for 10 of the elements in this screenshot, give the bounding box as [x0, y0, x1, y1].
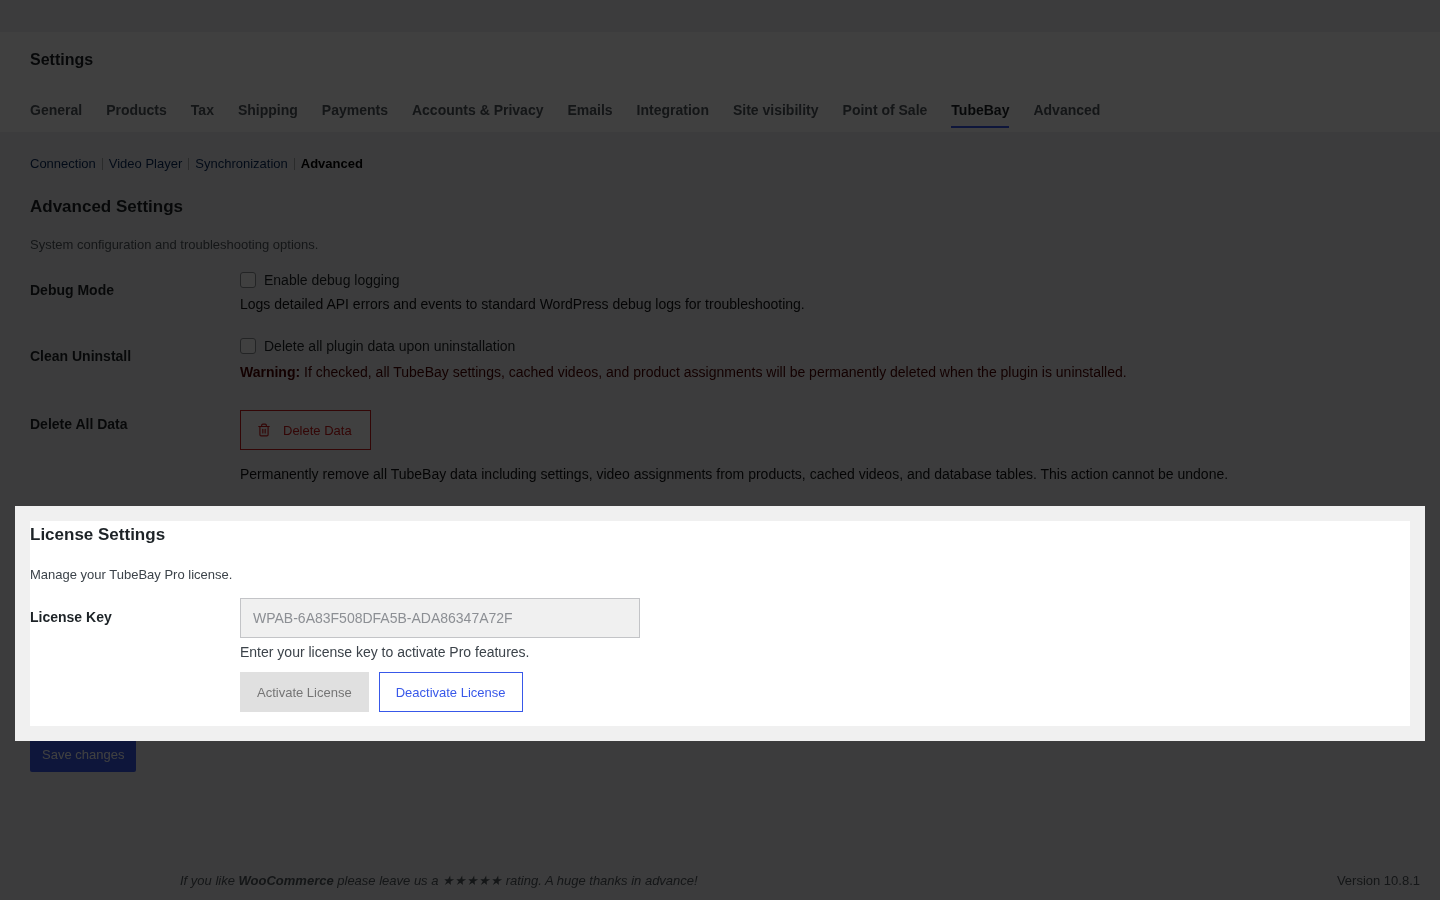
section-description: Manage your TubeBay Pro license.	[30, 567, 234, 582]
help-text: Enter your license key to activate Pro features.	[240, 644, 531, 660]
help-text: Logs detailed API errors and events to standard WordPress debug logs for troubleshooting.	[240, 296, 805, 312]
license-button[interactable]: Deactivate License	[378, 672, 523, 712]
section-title: License Settings	[30, 525, 167, 545]
help-text: Permanently remove all TubeBay data including settings, video assignments from products, cached videos, and database tables. This action cannot be undone.	[240, 466, 1229, 482]
warning-text: Warning: If checked, all TubeBay settings, cached videos, and product assignments will be permanently deleted when the plugin is uninstalled.	[240, 364, 1127, 380]
page-title: Settings	[30, 50, 95, 70]
field-label: License Key	[30, 608, 113, 627]
license-key-field[interactable]: WPAB-6A83F508DFA5B-ADA86347A72F	[240, 598, 640, 638]
